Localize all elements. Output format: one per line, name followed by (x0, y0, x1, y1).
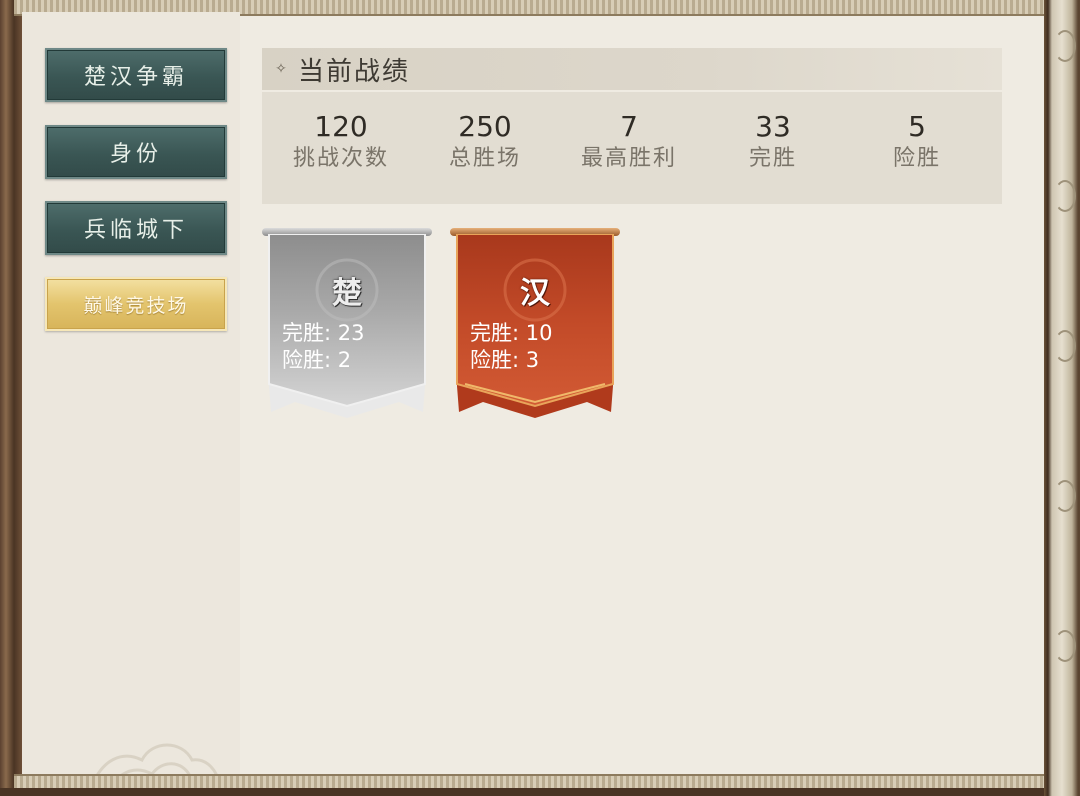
stat-label: 最高胜利 (580, 146, 677, 171)
stat-narrow-wins: 5 险胜 (842, 110, 992, 174)
stat-value: 7 (620, 110, 638, 143)
stat-value: 33 (755, 110, 791, 143)
sidebar-item-chuhan-zhengba[interactable]: 楚汉争霸 (45, 48, 227, 102)
stat-best-streak: 7 最高胜利 (554, 110, 704, 174)
stat-total-wins: 250 总胜场 (410, 110, 560, 174)
diamond-bullet-icon: ✧ (275, 61, 287, 77)
swirl-ornament-icon (1054, 330, 1076, 362)
banner-perfect-wins: 完胜: 10 (470, 321, 553, 345)
right-scroll-edge (1044, 0, 1080, 796)
sidebar: 楚汉争霸 身份 兵临城下 巅峰竞技场 (22, 12, 240, 786)
stat-value: 120 (314, 110, 368, 143)
swirl-ornament-icon (1054, 480, 1076, 512)
stat-challenge-count: 120 挑战次数 (266, 110, 416, 174)
banner-narrow-wins: 险胜: 3 (470, 348, 540, 372)
banner-han[interactable]: 汉 完胜: 10 险胜: 3 (450, 226, 620, 418)
stat-label: 完胜 (748, 146, 797, 171)
banner-chu[interactable]: 楚 完胜: 23 险胜: 2 (262, 226, 432, 418)
stat-label: 险胜 (892, 146, 941, 171)
stat-value: 5 (908, 110, 926, 143)
banner-faction-name: 楚 (332, 276, 362, 311)
stats-panel: 120 挑战次数 250 总胜场 7 最高胜利 33 完胜 5 险胜 (262, 92, 1002, 204)
bottom-edge (0, 788, 1080, 796)
swirl-ornament-icon (1054, 630, 1076, 662)
stat-label: 总胜场 (448, 146, 521, 171)
banner-perfect-wins: 完胜: 23 (282, 321, 365, 345)
banner-faction-name: 汉 (520, 276, 550, 311)
banner-stats: 完胜: 10 险胜: 3 (470, 320, 552, 374)
section-header: ✧ 当前战绩 (262, 48, 1002, 90)
swirl-ornament-icon (1054, 180, 1076, 212)
sidebar-item-identity[interactable]: 身份 (45, 125, 227, 179)
banner-stats: 完胜: 23 险胜: 2 (282, 320, 364, 374)
stat-value: 250 (458, 110, 512, 143)
sidebar-item-peak-arena[interactable]: 巅峰竞技场 (45, 277, 227, 331)
stat-perfect-wins: 33 完胜 (698, 110, 848, 174)
sidebar-item-binglin-chengxia[interactable]: 兵临城下 (45, 201, 227, 255)
section-title: 当前战绩 (298, 56, 411, 87)
swirl-ornament-icon (1054, 30, 1076, 62)
stat-label: 挑战次数 (292, 146, 389, 171)
banner-narrow-wins: 险胜: 2 (282, 348, 352, 372)
